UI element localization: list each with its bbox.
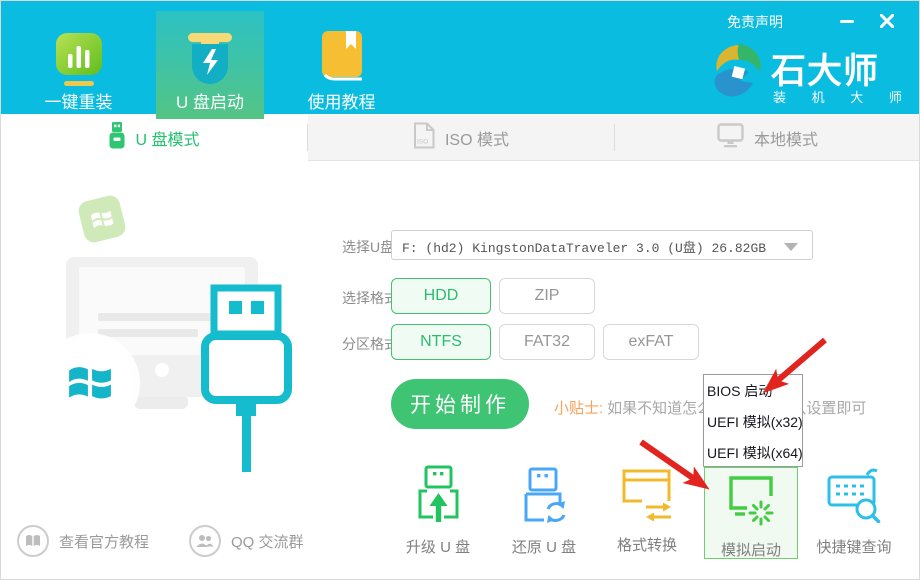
format-option-zip[interactable]: ZIP	[499, 278, 595, 314]
action-label: 模拟启动	[701, 539, 801, 560]
usb-drive-value: F: (hd2) KingstonDataTraveler 3.0 (U盘) 2…	[402, 237, 766, 256]
official-tutorial-link[interactable]: 查看官方教程	[17, 525, 149, 557]
usb-stick-icon	[109, 122, 125, 154]
action-label: 快捷键查询	[804, 536, 904, 557]
nav-item-usb-boot[interactable]: U 盘启动	[156, 11, 264, 119]
shield-bolt-icon	[182, 29, 238, 94]
usb-drive-select[interactable]: F: (hd2) KingstonDataTraveler 3.0 (U盘) 2…	[391, 230, 813, 260]
partition-option-exfat[interactable]: exFAT	[603, 324, 699, 360]
monitor-stand	[134, 397, 188, 409]
tab-label: ISO 模式	[445, 126, 509, 150]
boot-menu-item-uefi-x64[interactable]: UEFI 模拟(x64)	[704, 437, 802, 468]
format-option-hdd[interactable]: HDD	[391, 278, 491, 314]
chevron-down-icon	[784, 243, 798, 251]
close-button[interactable]	[875, 9, 899, 33]
action-restore-usb[interactable]: 还原 U 盘	[494, 467, 594, 557]
action-simulate-boot[interactable]: 模拟启动	[701, 474, 801, 560]
action-label: 格式转换	[597, 534, 697, 555]
action-label: 还原 U 盘	[494, 536, 594, 557]
bar-chart-icon	[55, 31, 103, 94]
tab-separator	[307, 124, 308, 151]
hotkey-search-icon	[827, 465, 881, 528]
iso-file-icon: ISO	[413, 122, 435, 154]
usb-restore-icon	[518, 467, 570, 528]
qq-group-link[interactable]: QQ 交流群	[189, 525, 304, 557]
action-label: 升级 U 盘	[388, 536, 488, 557]
tab-iso-mode[interactable]: ISO ISO 模式	[308, 114, 614, 161]
monitor-icon	[717, 123, 744, 153]
action-hotkey-search[interactable]: 快捷键查询	[804, 465, 904, 557]
group-people-icon	[189, 525, 221, 557]
usb-mode-panel: 选择U盘: F: (hd2) KingstonDataTraveler 3.0 …	[1, 162, 920, 580]
svg-text:ISO: ISO	[417, 138, 428, 145]
simulate-boot-icon	[727, 474, 775, 531]
tab-local-mode[interactable]: 本地模式	[614, 114, 920, 161]
brand-subtitle: 装 机 大 师	[773, 87, 913, 106]
minimize-button[interactable]	[835, 9, 859, 33]
minimize-icon	[840, 14, 854, 28]
brand-logo-icon	[709, 41, 767, 112]
shidashi-app-window: 一键重装 U 盘启动 使用教程	[0, 0, 920, 580]
start-make-button[interactable]: 开始制作	[391, 379, 529, 429]
tab-separator	[614, 124, 615, 151]
nav-item-tutorial[interactable]: 使用教程	[284, 11, 399, 114]
windows-tile-icon	[77, 194, 128, 245]
brand-logo: 石大师 装 机 大 师	[709, 41, 905, 111]
boot-menu-item-uefi-x32[interactable]: UEFI 模拟(x32)	[704, 406, 802, 437]
tab-label: 本地模式	[754, 126, 818, 150]
nav-label: 使用教程	[284, 88, 399, 113]
usb-upgrade-icon	[413, 465, 463, 528]
nav-item-reinstall[interactable]: 一键重装	[21, 11, 136, 114]
boot-mode-menu: BIOS 启动 UEFI 模拟(x32) UEFI 模拟(x64)	[703, 374, 803, 467]
partition-option-fat32[interactable]: FAT32	[499, 324, 595, 360]
partition-option-ntfs[interactable]: NTFS	[391, 324, 491, 360]
mode-tabstrip: U 盘模式 ISO ISO 模式 本地模式	[1, 114, 920, 161]
link-label: 查看官方教程	[59, 531, 149, 552]
link-label: QQ 交流群	[231, 531, 304, 552]
titlebar: 一键重装 U 盘启动 使用教程	[1, 1, 920, 114]
usb-plug-illustration	[197, 284, 297, 479]
format-convert-icon	[622, 467, 672, 526]
action-upgrade-usb[interactable]: 升级 U 盘	[388, 465, 488, 557]
usb-select-label: 选择U盘:	[342, 237, 398, 257]
close-icon	[880, 14, 894, 28]
nav-label: 一键重装	[21, 88, 136, 113]
windows-logo-badge	[46, 339, 134, 427]
tab-usb-mode[interactable]: U 盘模式	[1, 114, 308, 162]
nav-label: U 盘启动	[156, 88, 264, 113]
tab-label: U 盘模式	[135, 126, 199, 150]
usb-illustration	[1, 162, 331, 482]
tip-label: 小贴士:	[554, 400, 603, 417]
boot-menu-item-bios[interactable]: BIOS 启动	[704, 375, 802, 406]
disclaimer-link[interactable]: 免责声明	[727, 12, 783, 32]
action-format-convert[interactable]: 格式转换	[597, 467, 697, 555]
tutorial-book-icon	[17, 525, 49, 557]
book-icon	[318, 29, 366, 88]
